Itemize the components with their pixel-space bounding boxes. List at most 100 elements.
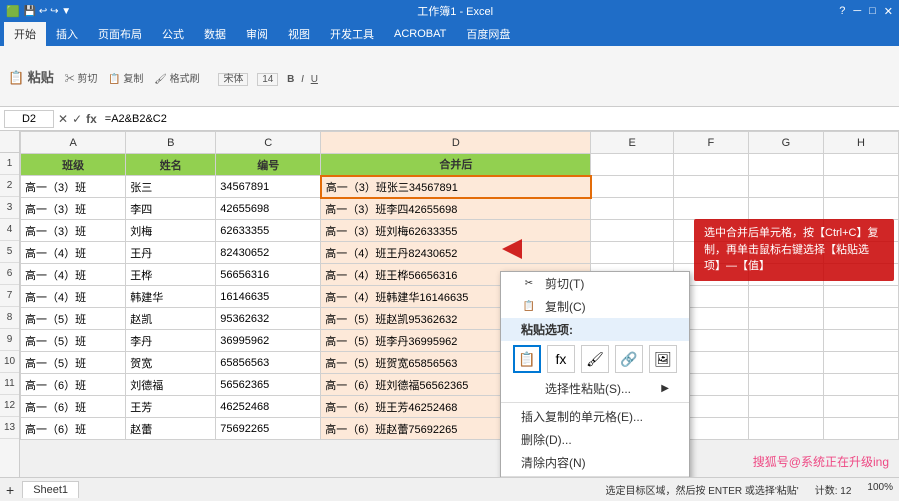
cell-a1[interactable]: 班级: [21, 154, 126, 176]
col-header-e[interactable]: E: [591, 132, 674, 154]
cell-B7[interactable]: 韩建华: [126, 286, 216, 308]
cell-f1[interactable]: [673, 154, 748, 176]
cell-G9[interactable]: [748, 330, 823, 352]
cell-B8[interactable]: 赵凯: [126, 308, 216, 330]
ctx-clear[interactable]: 清除内容(N): [501, 451, 689, 474]
help-icon[interactable]: ?: [839, 5, 845, 18]
col-header-g[interactable]: G: [748, 132, 823, 154]
ctx-delete[interactable]: 删除(D)...: [501, 428, 689, 451]
formula-input[interactable]: [101, 113, 895, 125]
cell-A2[interactable]: 高一（3）班: [21, 176, 126, 198]
cut-button[interactable]: ✂ 剪切: [65, 74, 98, 85]
cell-A3[interactable]: 高一（3）班: [21, 198, 126, 220]
cell-d1[interactable]: 合并后: [321, 154, 591, 176]
sheet-tab-add[interactable]: +: [6, 482, 14, 498]
ribbon-tab-视图[interactable]: 视图: [278, 22, 320, 46]
cell-E2[interactable]: [591, 176, 674, 198]
ctx-selective-paste[interactable]: 选择性粘贴(S)...▶: [501, 377, 689, 400]
cell-E3[interactable]: [591, 198, 674, 220]
cell-C5[interactable]: 82430652: [216, 242, 321, 264]
copy-button[interactable]: 📋 复制: [108, 74, 143, 85]
ribbon-tab-开发工具[interactable]: 开发工具: [320, 22, 384, 46]
cell-G12[interactable]: [748, 396, 823, 418]
cancel-icon[interactable]: ✕: [58, 112, 68, 126]
cell-F3[interactable]: [673, 198, 748, 220]
sheet-tab-1[interactable]: Sheet1: [22, 481, 79, 498]
cell-C4[interactable]: 62633355: [216, 220, 321, 242]
cell-A11[interactable]: 高一（6）班: [21, 374, 126, 396]
cell-C8[interactable]: 95362632: [216, 308, 321, 330]
cell-A6[interactable]: 高一（4）班: [21, 264, 126, 286]
cell-B13[interactable]: 赵蕾: [126, 418, 216, 440]
cell-c1[interactable]: 编号: [216, 154, 321, 176]
cell-C3[interactable]: 42655698: [216, 198, 321, 220]
ribbon-tab-插入[interactable]: 插入: [46, 22, 88, 46]
cell-C9[interactable]: 36995962: [216, 330, 321, 352]
cell-C2[interactable]: 34567891: [216, 176, 321, 198]
cell-C12[interactable]: 46252468: [216, 396, 321, 418]
cell-A4[interactable]: 高一（3）班: [21, 220, 126, 242]
cell-C7[interactable]: 16146635: [216, 286, 321, 308]
cell-A13[interactable]: 高一（6）班: [21, 418, 126, 440]
cell-E5[interactable]: [591, 242, 674, 264]
cell-B12[interactable]: 王芳: [126, 396, 216, 418]
ctx-insert-copy[interactable]: 插入复制的单元格(E)...: [501, 405, 689, 428]
paste-link-btn[interactable]: 🔗: [615, 345, 643, 373]
cell-A9[interactable]: 高一（5）班: [21, 330, 126, 352]
cell-H11[interactable]: [823, 374, 898, 396]
bold-button[interactable]: B: [287, 74, 294, 85]
ribbon-tab-百度网盘[interactable]: 百度网盘: [456, 22, 520, 46]
col-header-h[interactable]: H: [823, 132, 898, 154]
cell-C13[interactable]: 75692265: [216, 418, 321, 440]
cell-A7[interactable]: 高一（4）班: [21, 286, 126, 308]
col-header-d[interactable]: D: [321, 132, 591, 154]
paste-img-btn[interactable]: 🖼: [649, 345, 677, 373]
cell-G8[interactable]: [748, 308, 823, 330]
cell-G10[interactable]: [748, 352, 823, 374]
paste-button[interactable]: 📋 粘贴: [8, 70, 54, 85]
cell-H7[interactable]: [823, 286, 898, 308]
cell-G2[interactable]: [748, 176, 823, 198]
ribbon-tab-开始[interactable]: 开始: [4, 22, 46, 46]
cell-D2[interactable]: 高一（3）班张三34567891: [321, 176, 591, 198]
cell-e1[interactable]: [591, 154, 674, 176]
ribbon-tab-公式[interactable]: 公式: [152, 22, 194, 46]
cell-D5[interactable]: 高一（4）班王丹82430652: [321, 242, 591, 264]
cell-H13[interactable]: [823, 418, 898, 440]
close-button[interactable]: ✕: [884, 5, 893, 18]
col-header-f[interactable]: F: [673, 132, 748, 154]
insert-function-icon[interactable]: fx: [86, 112, 97, 126]
cell-E4[interactable]: [591, 220, 674, 242]
cell-B5[interactable]: 王丹: [126, 242, 216, 264]
cell-G13[interactable]: [748, 418, 823, 440]
cell-A12[interactable]: 高一（6）班: [21, 396, 126, 418]
cell-B6[interactable]: 王桦: [126, 264, 216, 286]
ribbon-tab-ACROBAT[interactable]: ACROBAT: [384, 22, 456, 46]
cell-B2[interactable]: 张三: [126, 176, 216, 198]
cell-B9[interactable]: 李丹: [126, 330, 216, 352]
cell-h1[interactable]: [823, 154, 898, 176]
font-name[interactable]: 宋体: [218, 73, 248, 86]
cell-b1[interactable]: 姓名: [126, 154, 216, 176]
cell-A8[interactable]: 高一（5）班: [21, 308, 126, 330]
cell-H2[interactable]: [823, 176, 898, 198]
cell-H8[interactable]: [823, 308, 898, 330]
ribbon-tab-审阅[interactable]: 审阅: [236, 22, 278, 46]
cell-C6[interactable]: 56656316: [216, 264, 321, 286]
col-header-a[interactable]: A: [21, 132, 126, 154]
cell-B10[interactable]: 贺宽: [126, 352, 216, 374]
cell-D4[interactable]: 高一（3）班刘梅62633355: [321, 220, 591, 242]
confirm-icon[interactable]: ✓: [72, 112, 82, 126]
font-size[interactable]: 14: [257, 73, 278, 86]
min-button[interactable]: ─: [853, 5, 861, 18]
underline-button[interactable]: U: [311, 74, 318, 85]
cell-A5[interactable]: 高一（4）班: [21, 242, 126, 264]
ribbon-tab-数据[interactable]: 数据: [194, 22, 236, 46]
italic-button[interactable]: I: [301, 74, 304, 85]
cell-B3[interactable]: 李四: [126, 198, 216, 220]
cell-g1[interactable]: [748, 154, 823, 176]
name-box[interactable]: [4, 110, 54, 128]
cell-B4[interactable]: 刘梅: [126, 220, 216, 242]
ribbon-tab-页面布局[interactable]: 页面布局: [88, 22, 152, 46]
col-header-b[interactable]: B: [126, 132, 216, 154]
